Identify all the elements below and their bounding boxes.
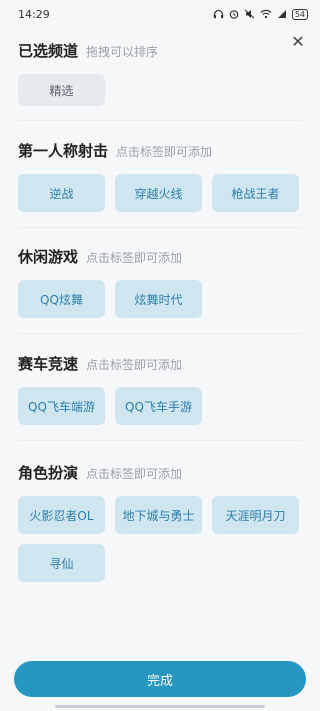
section-header: 休闲游戏 点击标签即可添加 (18, 246, 308, 267)
section-racing: 赛车竞速 点击标签即可添加 QQ飞车端游 QQ飞车手游 (18, 353, 308, 425)
tag-huoyingrenzhe[interactable]: 火影忍者OL (18, 496, 105, 534)
headphones-icon (213, 9, 224, 19)
divider (18, 120, 302, 121)
tag-qqfeiche-pc[interactable]: QQ飞车端游 (18, 387, 105, 425)
mute-icon (244, 9, 255, 19)
wifi-icon (260, 9, 272, 19)
tag-qqxuanwu[interactable]: QQ炫舞 (18, 280, 105, 318)
tag-list: 逆战 穿越火线 枪战王者 (18, 174, 308, 212)
tag-list: QQ飞车端游 QQ飞车手游 (18, 387, 308, 425)
divider (18, 440, 302, 441)
selected-tag-jingxuan[interactable]: 精选 (18, 74, 105, 106)
section-casual: 休闲游戏 点击标签即可添加 QQ炫舞 炫舞时代 (18, 246, 308, 318)
tag-chuanyuehuoxian[interactable]: 穿越火线 (115, 174, 202, 212)
status-icons: 54 (213, 8, 308, 20)
tag-list: 火影忍者OL 地下城与勇士 天涯明月刀 寻仙 (18, 496, 308, 582)
tag-qqfeiche-mobile[interactable]: QQ飞车手游 (115, 387, 202, 425)
tag-xuanwushidai[interactable]: 炫舞时代 (115, 280, 202, 318)
tag-qiangzhanwangzhe[interactable]: 枪战王者 (212, 174, 299, 212)
section-title: 已选频道 (18, 42, 79, 60)
section-title: 休闲游戏 (18, 248, 79, 266)
tag-list: QQ炫舞 炫舞时代 (18, 280, 308, 318)
section-hint: 点击标签即可添加 (116, 145, 213, 159)
done-button[interactable]: 完成 (14, 661, 306, 697)
status-bar: 14:29 54 (0, 0, 320, 28)
section-hint: 点击标签即可添加 (86, 251, 183, 265)
tag-tianyamingyuedao[interactable]: 天涯明月刀 (212, 496, 299, 534)
section-hint: 点击标签即可添加 (86, 467, 183, 481)
tag-nizhan[interactable]: 逆战 (18, 174, 105, 212)
section-rpg: 角色扮演 点击标签即可添加 火影忍者OL 地下城与勇士 天涯明月刀 寻仙 (18, 462, 308, 582)
section-title: 角色扮演 (18, 464, 79, 482)
section-header: 已选频道 拖拽可以排序 (18, 40, 308, 61)
tag-dixiacheng[interactable]: 地下城与勇士 (115, 496, 202, 534)
alarm-icon (229, 9, 239, 19)
divider (18, 333, 302, 334)
battery-icon: 54 (291, 8, 308, 20)
section-title: 第一人称射击 (18, 142, 109, 160)
section-title: 赛车竞速 (18, 355, 79, 373)
section-hint: 拖拽可以排序 (86, 45, 159, 59)
section-hint: 点击标签即可添加 (86, 358, 183, 372)
section-header: 角色扮演 点击标签即可添加 (18, 462, 308, 483)
divider (18, 227, 302, 228)
section-selected-channels: 已选频道 拖拽可以排序 精选 (18, 40, 308, 106)
section-header: 赛车竞速 点击标签即可添加 (18, 353, 308, 374)
tag-xunxian[interactable]: 寻仙 (18, 544, 105, 582)
tag-list: 精选 (18, 74, 308, 106)
home-indicator (55, 705, 265, 708)
status-time: 14:29 (18, 7, 50, 21)
section-header: 第一人称射击 点击标签即可添加 (18, 140, 308, 161)
section-fps: 第一人称射击 点击标签即可添加 逆战 穿越火线 枪战王者 (18, 140, 308, 212)
signal-icon (277, 9, 287, 19)
